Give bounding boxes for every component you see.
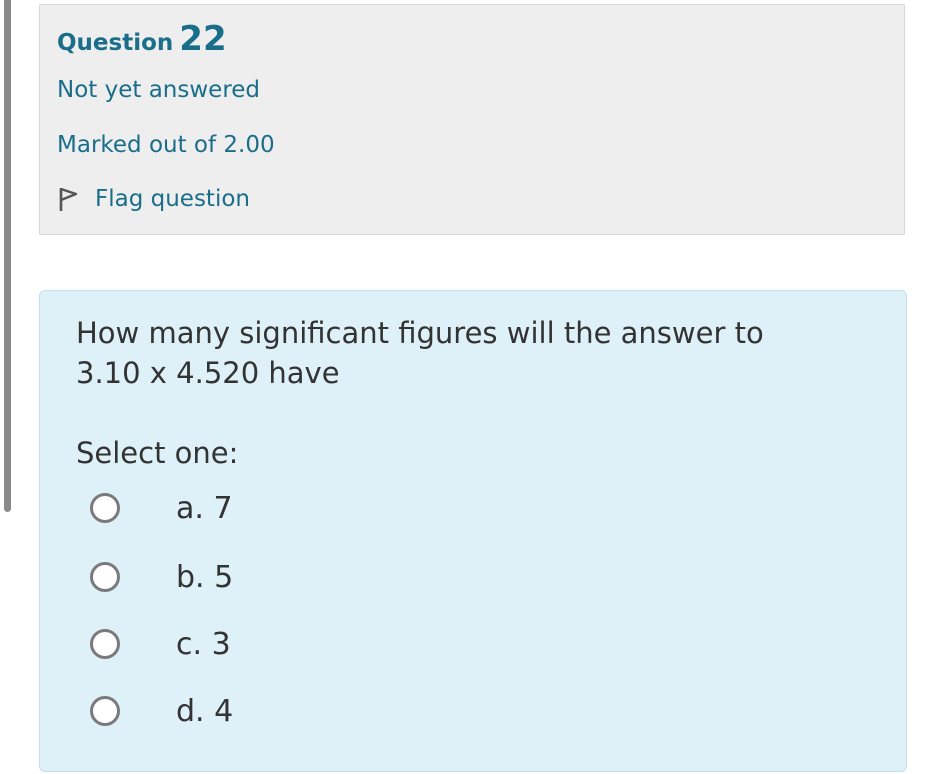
answer-option-label: b. 5	[176, 559, 234, 595]
page-scrollbar[interactable]	[4, 0, 11, 512]
question-heading: Question 22	[57, 19, 227, 59]
answer-option-label: a. 7	[176, 490, 233, 526]
radio-button-b[interactable]	[90, 562, 120, 592]
flag-question-label: Flag question	[95, 186, 250, 212]
answer-option-d[interactable]: d. 4	[90, 689, 233, 733]
flag-icon	[59, 187, 78, 211]
question-text: How many significant figures will the an…	[76, 316, 764, 390]
select-prompt: Select one:	[76, 436, 239, 470]
question-label: Question	[57, 30, 174, 56]
answer-option-label: c. 3	[176, 626, 231, 662]
answer-option-a[interactable]: a. 7	[90, 486, 233, 530]
answer-option-b[interactable]: b. 5	[90, 555, 233, 599]
question-content-panel: How many significant figures will the an…	[39, 290, 907, 772]
radio-button-c[interactable]	[90, 629, 120, 659]
answer-option-label: d. 4	[176, 693, 234, 729]
question-info-panel: Question 22 Not yet answered Marked out o…	[39, 4, 905, 235]
answer-option-c[interactable]: c. 3	[90, 622, 231, 666]
question-number: 22	[179, 19, 227, 59]
radio-button-d[interactable]	[90, 696, 120, 726]
radio-button-a[interactable]	[90, 493, 120, 523]
question-grade: Marked out of 2.00	[57, 132, 275, 158]
flag-question-link[interactable]: Flag question	[57, 186, 250, 212]
question-state: Not yet answered	[57, 77, 261, 103]
